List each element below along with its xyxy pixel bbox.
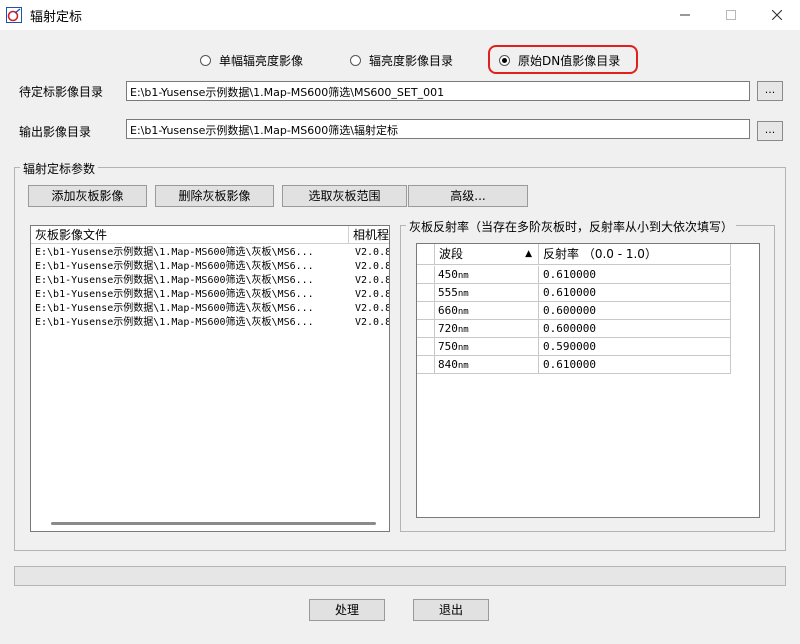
title-bar: 辐射定标 (0, 0, 800, 30)
minimize-button[interactable] (662, 0, 708, 30)
list-item[interactable]: E:\b1-Yusense示例数据\1.Map-MS600筛选\灰板\MS6..… (31, 302, 389, 316)
grid-corner (417, 244, 435, 265)
minimize-icon (680, 14, 690, 16)
maximize-button[interactable] (708, 0, 754, 30)
radio-radiance-dir[interactable]: 辐亮度影像目录 (350, 51, 453, 69)
input-dir-label: 待定标影像目录 (19, 85, 104, 99)
horizontal-scrollbar[interactable] (51, 522, 376, 525)
column-header-file[interactable]: 灰板影像文件 (31, 226, 349, 244)
table-row[interactable]: 840nm 0.610000 (417, 356, 731, 374)
list-item[interactable]: E:\b1-Yusense示例数据\1.Map-MS600筛选\灰板\MS6..… (31, 274, 389, 288)
advanced-button[interactable]: 高级... (408, 185, 528, 207)
column-header-band[interactable]: 波段 ▲ (435, 244, 539, 265)
reflectance-cell[interactable]: 0.610000 (539, 284, 731, 302)
input-dir-field[interactable]: E:\b1-Yusense示例数据\1.Map-MS600筛选\MS600_SE… (126, 81, 750, 101)
sort-up-icon: ▲ (525, 249, 532, 259)
reflectance-cell[interactable]: 0.600000 (539, 302, 731, 320)
table-row[interactable]: 750nm 0.590000 (417, 338, 731, 356)
row-header (417, 266, 435, 284)
table-row[interactable]: 555nm 0.610000 (417, 284, 731, 302)
radio-raw-dn-dir[interactable]: 原始DN值影像目录 (499, 51, 620, 69)
output-dir-field[interactable]: E:\b1-Yusense示例数据\1.Map-MS600筛选\辐射定标 (126, 119, 750, 139)
list-item[interactable]: E:\b1-Yusense示例数据\1.Map-MS600筛选\灰板\MS6..… (31, 288, 389, 302)
radio-label: 辐亮度影像目录 (369, 53, 454, 68)
process-button[interactable]: 处理 (309, 599, 385, 621)
reflectance-cell[interactable]: 0.600000 (539, 320, 731, 338)
list-item[interactable]: E:\b1-Yusense示例数据\1.Map-MS600筛选\灰板\MS6..… (31, 260, 389, 274)
list-item[interactable]: E:\b1-Yusense示例数据\1.Map-MS600筛选\灰板\MS6..… (31, 246, 389, 260)
delete-gray-panel-button[interactable]: 删除灰板影像 (155, 185, 274, 207)
row-header (417, 302, 435, 320)
list-item[interactable]: E:\b1-Yusense示例数据\1.Map-MS600筛选\灰板\MS6..… (31, 316, 389, 330)
table-row[interactable]: 450nm 0.610000 (417, 266, 731, 284)
radio-indicator (350, 54, 361, 66)
progress-bar (14, 566, 786, 586)
exit-button[interactable]: 退出 (413, 599, 489, 621)
reflectance-cell[interactable]: 0.610000 (539, 266, 731, 284)
row-header (417, 320, 435, 338)
row-header (417, 356, 435, 374)
reflectance-group-title: 灰板反射率（当存在多阶灰板时，反射率从小到大依次填写） (406, 218, 737, 235)
reflectance-cell[interactable]: 0.610000 (539, 356, 731, 374)
column-header-camera[interactable]: 相机程 (353, 226, 389, 244)
reflectance-grid[interactable]: 波段 ▲ 反射率 （0.0 - 1.0） 450nm 0.610000 555n… (416, 243, 760, 518)
radio-indicator-selected (499, 54, 510, 66)
select-gray-panel-range-button[interactable]: 选取灰板范围 (282, 185, 407, 207)
reflectance-cell[interactable]: 0.590000 (539, 338, 731, 356)
params-group-title: 辐射定标参数 (20, 160, 99, 177)
output-dir-browse-button[interactable]: ... (757, 121, 783, 141)
table-row[interactable]: 720nm 0.600000 (417, 320, 731, 338)
output-dir-label: 输出影像目录 (19, 125, 92, 139)
radio-label: 原始DN值影像目录 (518, 53, 621, 68)
radio-indicator (200, 54, 211, 66)
column-header-reflectance[interactable]: 反射率 （0.0 - 1.0） (539, 244, 731, 265)
close-icon (772, 10, 782, 20)
radio-single-radiance[interactable]: 单幅辐亮度影像 (200, 51, 303, 69)
close-button[interactable] (754, 0, 800, 30)
add-gray-panel-button[interactable]: 添加灰板影像 (28, 185, 147, 207)
maximize-icon (726, 10, 736, 20)
input-dir-browse-button[interactable]: ... (757, 81, 783, 101)
app-icon (6, 7, 22, 23)
window-title: 辐射定标 (30, 10, 83, 25)
gray-panel-file-list[interactable]: 灰板影像文件 相机程 E:\b1-Yusense示例数据\1.Map-MS600… (30, 225, 390, 532)
row-header (417, 338, 435, 356)
radio-label: 单幅辐亮度影像 (219, 53, 304, 68)
radiometric-calibration-dialog: 辐射定标 单幅辐亮度影像 辐亮度影像目录 原始DN值影像目录 待定标影像目录 E… (0, 0, 800, 644)
row-header (417, 284, 435, 302)
list-header: 灰板影像文件 相机程 (31, 226, 389, 244)
table-row[interactable]: 660nm 0.600000 (417, 302, 731, 320)
